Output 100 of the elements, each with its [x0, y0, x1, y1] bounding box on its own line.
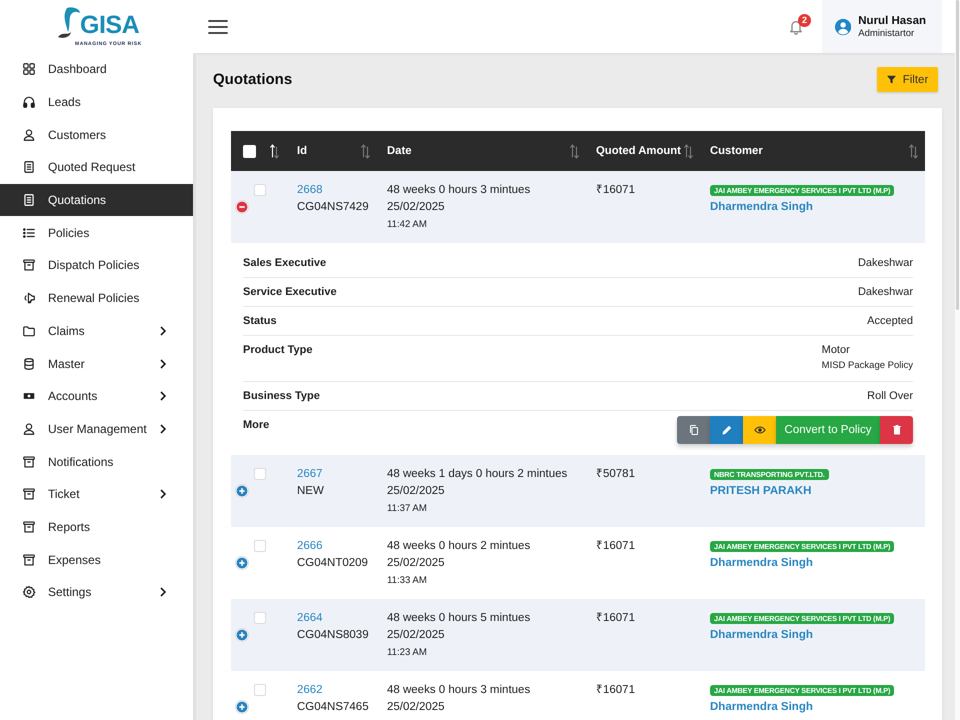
sidebar-item[interactable]: Dispatch Policies — [0, 249, 193, 282]
quotation-id-link[interactable]: 2664 — [297, 610, 323, 627]
archive-box-icon — [22, 487, 36, 502]
time-text: 11:37 AM — [387, 502, 427, 516]
time-text: 11:42 AM — [387, 218, 427, 232]
megaphone-icon — [22, 291, 36, 306]
collapse-icon[interactable] — [235, 200, 249, 214]
sidebar-item[interactable]: Customers — [0, 118, 193, 152]
eye-icon — [754, 424, 766, 436]
row-checkbox[interactable] — [254, 468, 266, 480]
menu-icon[interactable] — [208, 20, 228, 34]
detail-label: Status — [243, 314, 277, 328]
sort-icon[interactable] — [270, 143, 279, 159]
logo-text: GISA — [80, 11, 140, 39]
person-icon — [22, 422, 36, 436]
elapsed-time: 48 weeks 0 hours 3 mintues — [387, 683, 530, 698]
select-all-checkbox[interactable] — [243, 144, 256, 158]
reference-number: NEW — [297, 484, 324, 499]
document-icon — [22, 160, 36, 174]
sidebar-item[interactable]: Master — [0, 347, 193, 380]
elapsed-time: 48 weeks 1 days 0 hours 2 mintues — [387, 467, 568, 482]
time-text: 11:33 AM — [387, 574, 427, 588]
row-checkbox[interactable] — [254, 184, 266, 196]
quotation-id-link[interactable]: 2662 — [297, 682, 323, 699]
elapsed-time: 48 weeks 0 hours 5 mintues — [387, 611, 530, 626]
elapsed-time: 48 weeks 0 hours 2 mintues — [387, 539, 530, 554]
headphones-icon — [22, 95, 36, 110]
customer-name-link[interactable]: Dharmendra Singh — [710, 199, 813, 216]
customer-name-link[interactable]: Dharmendra Singh — [710, 627, 813, 644]
customer-name-link[interactable]: Dharmendra Singh — [710, 555, 813, 572]
reference-number: CG04NS7429 — [297, 200, 369, 215]
column-header[interactable]: Customer — [710, 145, 763, 157]
sidebar-item[interactable]: User Management — [0, 412, 193, 446]
customer-name-link[interactable]: PRITESH PARAKH — [710, 483, 812, 500]
date-text: 25/02/2025 — [387, 628, 445, 643]
user-menu[interactable]: Nurul Hasan Administartor — [822, 0, 942, 53]
quoted-amount: ₹16071 — [596, 539, 635, 554]
person-icon — [22, 128, 36, 142]
date-text: 25/02/2025 — [387, 484, 445, 499]
archive-box-icon — [22, 258, 36, 272]
elapsed-time: 48 weeks 0 hours 3 mintues — [387, 183, 530, 198]
sidebar-item[interactable]: Ticket — [0, 478, 193, 511]
quoted-amount: ₹50781 — [596, 467, 635, 482]
notification-badge: 2 — [798, 14, 811, 26]
reference-number: CG04NS7465 — [297, 700, 369, 715]
sidebar-item[interactable]: Renewal Policies — [0, 282, 193, 314]
sidebar-item[interactable]: Leads — [0, 86, 193, 118]
sidebar-item[interactable]: Notifications — [0, 445, 193, 478]
customer-name-link[interactable]: Dharmendra Singh — [710, 699, 813, 716]
time-text: 11:23 AM — [387, 646, 427, 660]
quotation-id-link[interactable]: 2666 — [297, 538, 323, 555]
archive-box-icon — [22, 552, 36, 567]
page-title: Quotations — [213, 71, 292, 88]
archive-box-icon — [22, 454, 36, 469]
column-header[interactable]: Quoted Amount — [596, 145, 681, 157]
date-text: 25/02/2025 — [387, 556, 445, 571]
sidebar-item[interactable]: Reports — [0, 510, 193, 544]
detail-value: Roll Over — [867, 389, 913, 403]
quoted-amount: ₹16071 — [596, 183, 635, 198]
quotation-id-link[interactable]: 2667 — [297, 466, 323, 483]
reference-number: CG04NT0209 — [297, 556, 368, 571]
settings-icon — [22, 585, 36, 600]
user-role: Administartor — [858, 28, 916, 40]
column-header[interactable]: Id — [297, 145, 308, 157]
quoted-amount: ₹16071 — [596, 611, 635, 626]
sidebar-item[interactable]: Quotations — [0, 184, 193, 216]
sidebar-item[interactable]: Policies — [0, 216, 193, 250]
sidebar-item[interactable]: Expenses — [0, 543, 193, 576]
logo-swoosh-icon — [58, 7, 80, 39]
detail-value: Accepted — [867, 314, 913, 328]
archive-box-icon — [22, 520, 36, 534]
detail-label: Business Type — [243, 389, 320, 403]
sidebar-item[interactable]: Claims — [0, 314, 193, 348]
sidebar-item[interactable]: Dashboard — [0, 53, 193, 86]
expand-icon[interactable] — [235, 484, 249, 498]
row-checkbox[interactable] — [254, 684, 266, 696]
row-checkbox[interactable] — [254, 540, 266, 552]
detail-label: Product Type — [243, 343, 312, 357]
filter-button[interactable]: Filter — [877, 67, 938, 92]
detail-subvalue: MISD Package Policy — [822, 359, 913, 373]
detail-label: Sales Executive — [243, 256, 326, 270]
quotation-id-link[interactable]: 2668 — [297, 182, 323, 199]
delete-button[interactable] — [880, 416, 913, 444]
detail-value: Motor — [822, 343, 850, 357]
reference-number: CG04NS8039 — [297, 628, 369, 643]
grid-icon — [22, 62, 36, 76]
sidebar-item[interactable]: Settings — [0, 576, 193, 609]
expand-icon[interactable] — [235, 628, 249, 642]
row-checkbox[interactable] — [254, 612, 266, 624]
copy-icon — [688, 424, 700, 436]
sidebar-item[interactable]: Accounts — [0, 380, 193, 413]
detail-label: Service Executive — [243, 285, 337, 299]
detail-value: Dakeshwar — [858, 285, 913, 299]
column-header[interactable]: Date — [387, 145, 412, 157]
expand-icon[interactable] — [235, 556, 249, 570]
copy-button[interactable] — [677, 416, 710, 444]
edit-button[interactable] — [710, 416, 743, 444]
sidebar-item[interactable]: Quoted Request — [0, 151, 193, 184]
view-button[interactable] — [743, 416, 776, 444]
expand-icon[interactable] — [235, 700, 249, 714]
